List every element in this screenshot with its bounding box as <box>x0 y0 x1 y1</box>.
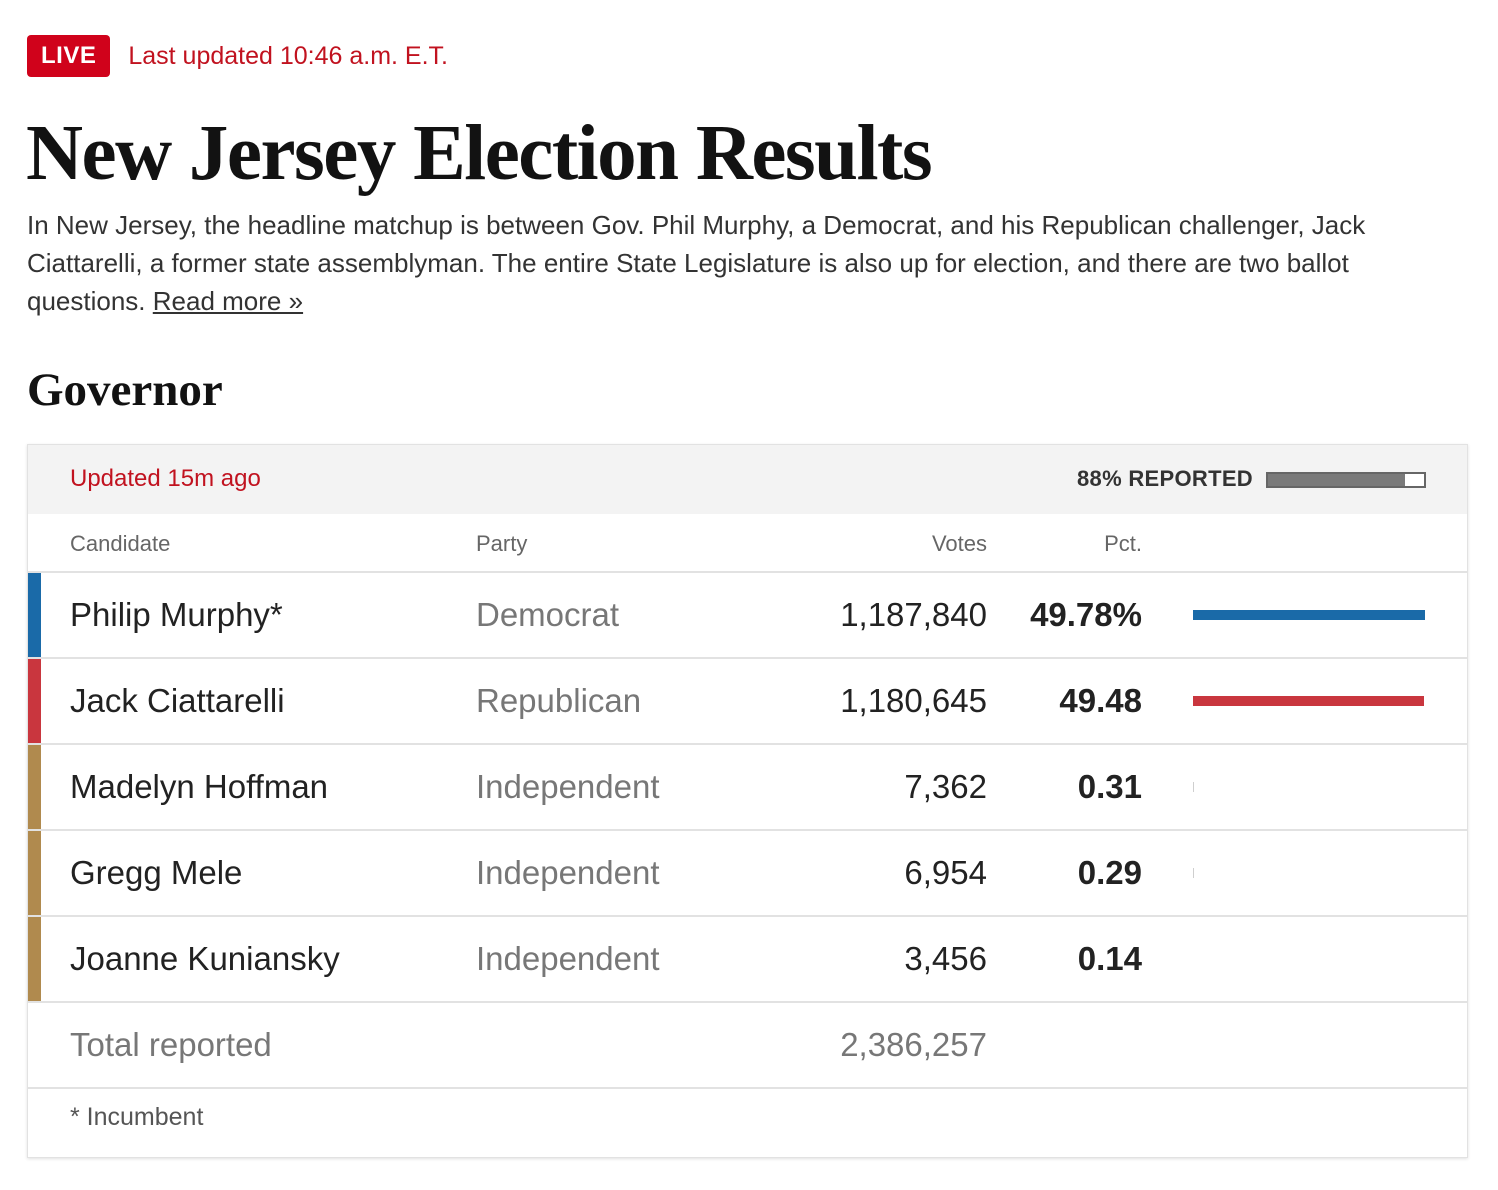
results-table: Updated 15m ago 88% REPORTED Candidate P… <box>27 444 1468 1158</box>
column-party: Party <box>476 531 528 556</box>
footnote-row <box>28 1087 1467 1157</box>
table-row: Joanne Kuniansky Independent 3,456 0.14 <box>28 915 1467 1001</box>
candidate-pct: 0.31 <box>1077 768 1142 805</box>
total-votes: 2,386,257 <box>840 1026 987 1063</box>
pct-bar <box>1193 610 1425 620</box>
reported-label: 88% REPORTED <box>1077 466 1253 491</box>
column-pct: Pct. <box>1104 531 1142 556</box>
read-more-link[interactable]: Read more » <box>153 286 303 316</box>
column-candidate: Candidate <box>70 531 171 556</box>
pct-bar <box>1193 868 1194 878</box>
total-label: Total reported <box>70 1026 272 1063</box>
column-votes: Votes <box>931 531 987 556</box>
candidate-pct: 0.14 <box>1077 940 1142 977</box>
candidate-party: Independent <box>476 854 660 891</box>
incumbent-footnote: * Incumbent <box>70 1103 204 1131</box>
candidate-votes: 7,362 <box>904 768 987 805</box>
total-row: Total reported 2,386,257 <box>28 1001 1467 1087</box>
reported-progress-fill <box>1268 474 1406 486</box>
reported-progress-bar <box>1266 472 1426 488</box>
candidate-name: Gregg Mele <box>70 854 243 891</box>
last-updated: Last updated 10:46 a.m. E.T. <box>128 41 448 70</box>
candidate-votes: 3,456 <box>904 940 987 977</box>
party-color-swatch <box>28 831 41 915</box>
candidate-pct: 49.48 <box>1059 682 1142 719</box>
candidate-party: Democrat <box>476 596 620 633</box>
party-color-swatch <box>28 573 41 657</box>
pct-bar <box>1193 954 1194 964</box>
table-row: Gregg Mele Independent 6,954 0.29 <box>28 829 1467 915</box>
candidate-votes: 1,187,840 <box>840 596 987 633</box>
race-title: Governor <box>27 364 223 416</box>
candidate-party: Republican <box>476 682 642 719</box>
candidate-name: Madelyn Hoffman <box>70 768 329 805</box>
candidate-name: Jack Ciattarelli <box>70 682 285 719</box>
candidate-party: Independent <box>476 940 660 977</box>
party-color-swatch <box>28 659 41 743</box>
party-color-swatch <box>28 917 41 1001</box>
candidate-party: Independent <box>476 768 660 805</box>
candidate-votes: 6,954 <box>904 854 987 891</box>
race-updated: Updated 15m ago <box>70 465 261 492</box>
party-color-swatch <box>28 745 41 829</box>
candidate-pct: 0.29 <box>1077 854 1142 891</box>
table-row: Jack Ciattarelli Republican 1,180,645 49… <box>28 657 1467 743</box>
pct-bar <box>1193 782 1194 792</box>
results-header: Updated 15m ago 88% REPORTED <box>28 445 1467 514</box>
candidate-name: Philip Murphy* <box>70 596 283 633</box>
pct-bar <box>1193 696 1424 706</box>
candidate-name: Joanne Kuniansky <box>70 940 340 977</box>
intro-paragraph: In New Jersey, the headline matchup is b… <box>27 206 1447 320</box>
live-status: LIVE Last updated 10:46 a.m. E.T. <box>27 35 448 77</box>
live-badge: LIVE <box>27 35 111 77</box>
candidate-votes: 1,180,645 <box>840 682 987 719</box>
table-row: Madelyn Hoffman Independent 7,362 0.31 <box>28 743 1467 829</box>
candidate-pct: 49.78% <box>1030 596 1142 633</box>
table-row: Philip Murphy* Democrat 1,187,840 49.78% <box>28 571 1467 657</box>
page-title: New Jersey Election Results <box>26 110 933 197</box>
